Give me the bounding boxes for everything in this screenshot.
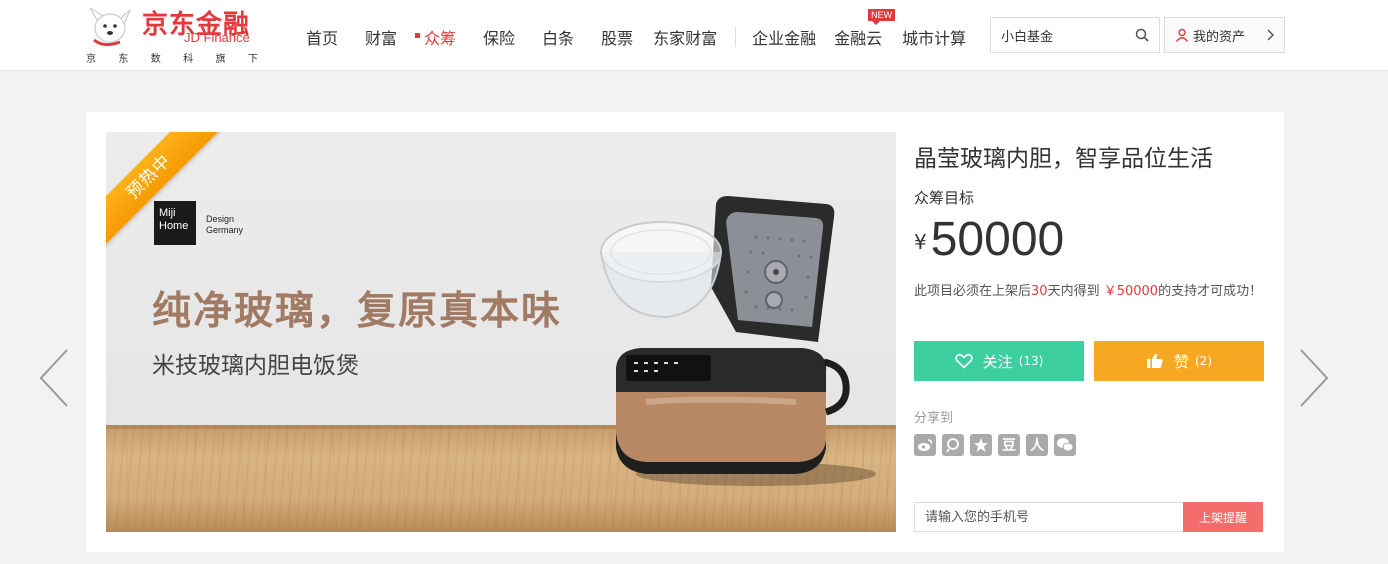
like-button[interactable]: 赞 (2): [1094, 341, 1264, 381]
rice-cooker-illustration: [600, 196, 876, 486]
logo-subtitle: 京 东 数 科 旗 下: [84, 50, 262, 65]
banner-headline: 纯净玻璃，复原真本味: [152, 289, 563, 334]
heart-icon: [954, 353, 973, 369]
carousel-prev-arrow-icon[interactable]: [38, 348, 70, 408]
my-assets-button[interactable]: 我的资产: [1164, 17, 1285, 53]
thumbs-up-icon: [1146, 353, 1163, 368]
follow-count: (13): [1018, 354, 1044, 368]
like-label: 赞: [1173, 352, 1189, 371]
nav-divider: [735, 27, 737, 47]
new-badge: NEW: [868, 9, 896, 25]
desc-suffix: 的支持才可成功！: [1158, 284, 1263, 299]
success-condition-text: 此项目必须在上架后30天内得到 ￥50000的支持才可成功！: [914, 280, 1264, 304]
logo-sub-char: 东: [118, 54, 129, 65]
logo-sub-char: 科: [183, 54, 194, 65]
status-ribbon-label: 预热中: [106, 132, 221, 247]
project-card: Miji Home Design Germany 纯净玻璃，复原真本味 米技玻璃…: [86, 112, 1284, 552]
nav-item-city-computing[interactable]: 城市计算: [902, 25, 966, 49]
jd-finance-logo[interactable]: 京东金融 JD Finance 京 东 数 科 旗 下: [84, 2, 262, 66]
logo-sub-char: 数: [150, 54, 161, 65]
project-banner-image[interactable]: Miji Home Design Germany 纯净玻璃，复原真本味 米技玻璃…: [106, 132, 896, 532]
goal-amount: ¥50000: [914, 212, 1064, 267]
goal-amount-value: 50000: [930, 213, 1065, 266]
nav-item-enterprise[interactable]: 企业金融: [752, 25, 816, 49]
qzone-icon[interactable]: [942, 434, 964, 456]
status-ribbon: 预热中: [106, 132, 221, 247]
search-input[interactable]: [991, 18, 1121, 52]
nav-item-home[interactable]: 首页: [306, 25, 338, 49]
like-count: (2): [1195, 354, 1212, 368]
desc-days: 30: [1031, 284, 1048, 299]
phone-input[interactable]: [914, 502, 1184, 532]
logo-en-text: JD Finance: [184, 30, 250, 45]
follow-button[interactable]: 关注 (13): [914, 341, 1084, 381]
nav-item-wealth[interactable]: 财富: [365, 25, 397, 49]
logo-sub-char: 京: [86, 54, 96, 65]
share-icons: 豆 人: [914, 434, 1082, 456]
weibo-icon[interactable]: [914, 434, 936, 456]
search-box: [990, 17, 1160, 53]
logo-sub-char: 下: [247, 54, 258, 65]
nav-item-finance-cloud[interactable]: 金融云 NEW: [834, 9, 896, 49]
wechat-icon[interactable]: [1054, 434, 1076, 456]
goal-label: 众筹目标: [914, 189, 975, 207]
nav-item-baitiao[interactable]: 白条: [542, 25, 574, 49]
desc-prefix: 此项目必须在上架后: [914, 284, 1032, 299]
my-assets-label: 我的资产: [1193, 29, 1246, 45]
renren-icon[interactable]: 人: [1026, 434, 1048, 456]
star-icon[interactable]: [970, 434, 992, 456]
goal-currency: ¥: [914, 230, 927, 254]
nav-item-crowdfunding[interactable]: 众筹: [415, 25, 456, 49]
carousel-next-arrow-icon[interactable]: [1298, 348, 1330, 408]
nav-item-finance-cloud-label: 金融云: [834, 29, 883, 48]
nav-item-dongjia[interactable]: 东家财富: [653, 25, 717, 49]
launch-reminder-button[interactable]: 上架提醒: [1183, 502, 1263, 532]
jd-dog-mascot-icon: [89, 7, 131, 47]
search-icon[interactable]: [1135, 28, 1149, 42]
nav-item-stocks[interactable]: 股票: [601, 25, 633, 49]
desc-amount: ￥50000: [1103, 284, 1159, 299]
project-title: 晶莹玻璃内胆，智享品位生活: [914, 146, 1213, 172]
share-label: 分享到: [914, 411, 954, 426]
follow-label: 关注: [982, 352, 1013, 371]
chevron-right-icon: [1267, 29, 1274, 41]
douban-icon[interactable]: 豆: [998, 434, 1020, 456]
main-nav: 首页 财富 众筹 保险 白条 股票 东家财富 企业金融 金融云 NEW 城市计算: [306, 9, 966, 49]
logo-sub-char: 旗: [215, 54, 226, 65]
nav-item-insurance[interactable]: 保险: [483, 25, 515, 49]
desc-mid: 天内得到: [1047, 284, 1100, 299]
top-header: 京东金融 JD Finance 京 东 数 科 旗 下 首页 财富 众筹 保险 …: [0, 0, 1388, 71]
banner-subline: 米技玻璃内胆电饭煲: [152, 353, 359, 379]
user-icon: [1175, 28, 1189, 42]
